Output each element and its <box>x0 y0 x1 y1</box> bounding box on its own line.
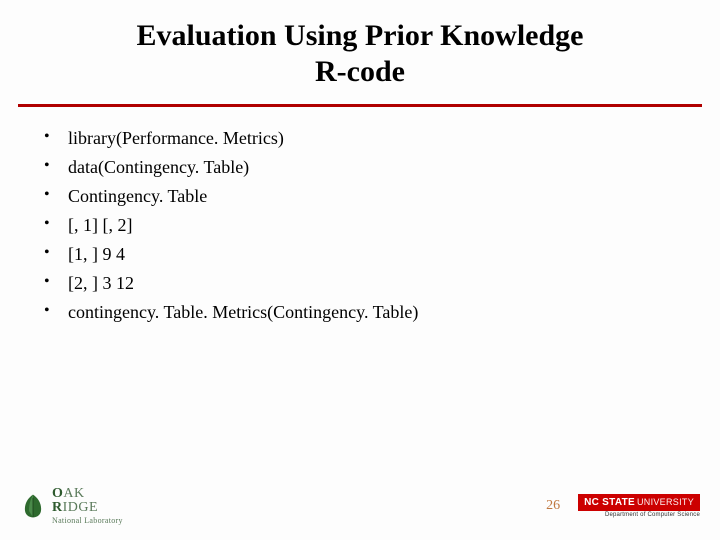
oak-ridge-line2: National Laboratory <box>52 517 123 525</box>
list-item: Contingency. Table <box>40 183 680 210</box>
oak-ridge-line1: OAKRIDGE <box>52 487 123 515</box>
title-line-1: Evaluation Using Prior Knowledge <box>137 19 584 52</box>
bullet-text: contingency. Table. Metrics(Contingency.… <box>68 302 418 322</box>
leaf-icon <box>20 493 46 519</box>
bullet-list: library(Performance. Metrics) data(Conti… <box>40 125 680 326</box>
oak-ridge-logo: OAKRIDGE National Laboratory <box>20 487 123 525</box>
logo-char: IDGE <box>63 500 98 515</box>
nc-state-bar: NC STATEUNIVERSITY <box>578 494 700 511</box>
slide: Evaluation Using Prior Knowledge R-code … <box>0 0 720 540</box>
oak-ridge-text: OAKRIDGE National Laboratory <box>52 487 123 525</box>
slide-body: library(Performance. Metrics) data(Conti… <box>0 107 720 326</box>
nc-state-sub: Department of Computer Science <box>578 512 700 518</box>
slide-title: Evaluation Using Prior Knowledge R-code <box>0 0 720 100</box>
bullet-text: data(Contingency. Table) <box>68 157 249 177</box>
bullet-text: [, 1] [, 2] <box>68 215 132 235</box>
bullet-text: [2, ] 3 12 <box>68 273 134 293</box>
footer-right: 26 NC STATEUNIVERSITY Department of Comp… <box>546 494 700 518</box>
logo-char: AK <box>63 486 84 501</box>
list-item: [, 1] [, 2] <box>40 212 680 239</box>
nc-state-logo: NC STATEUNIVERSITY Department of Compute… <box>578 494 700 518</box>
bullet-text: [1, ] 9 4 <box>68 244 125 264</box>
page-number: 26 <box>546 498 560 514</box>
nc-state-main: NC STATE <box>584 497 635 508</box>
bullet-text: Contingency. Table <box>68 186 207 206</box>
title-line-2: R-code <box>315 55 405 88</box>
list-item: [2, ] 3 12 <box>40 270 680 297</box>
list-item: data(Contingency. Table) <box>40 154 680 181</box>
list-item: library(Performance. Metrics) <box>40 125 680 152</box>
logo-char: O <box>52 486 63 501</box>
logo-char: R <box>52 500 63 515</box>
slide-footer: OAKRIDGE National Laboratory 26 NC STATE… <box>0 486 720 526</box>
bullet-text: library(Performance. Metrics) <box>68 128 284 148</box>
list-item: contingency. Table. Metrics(Contingency.… <box>40 299 680 326</box>
list-item: [1, ] 9 4 <box>40 241 680 268</box>
nc-state-suffix: UNIVERSITY <box>637 497 694 507</box>
